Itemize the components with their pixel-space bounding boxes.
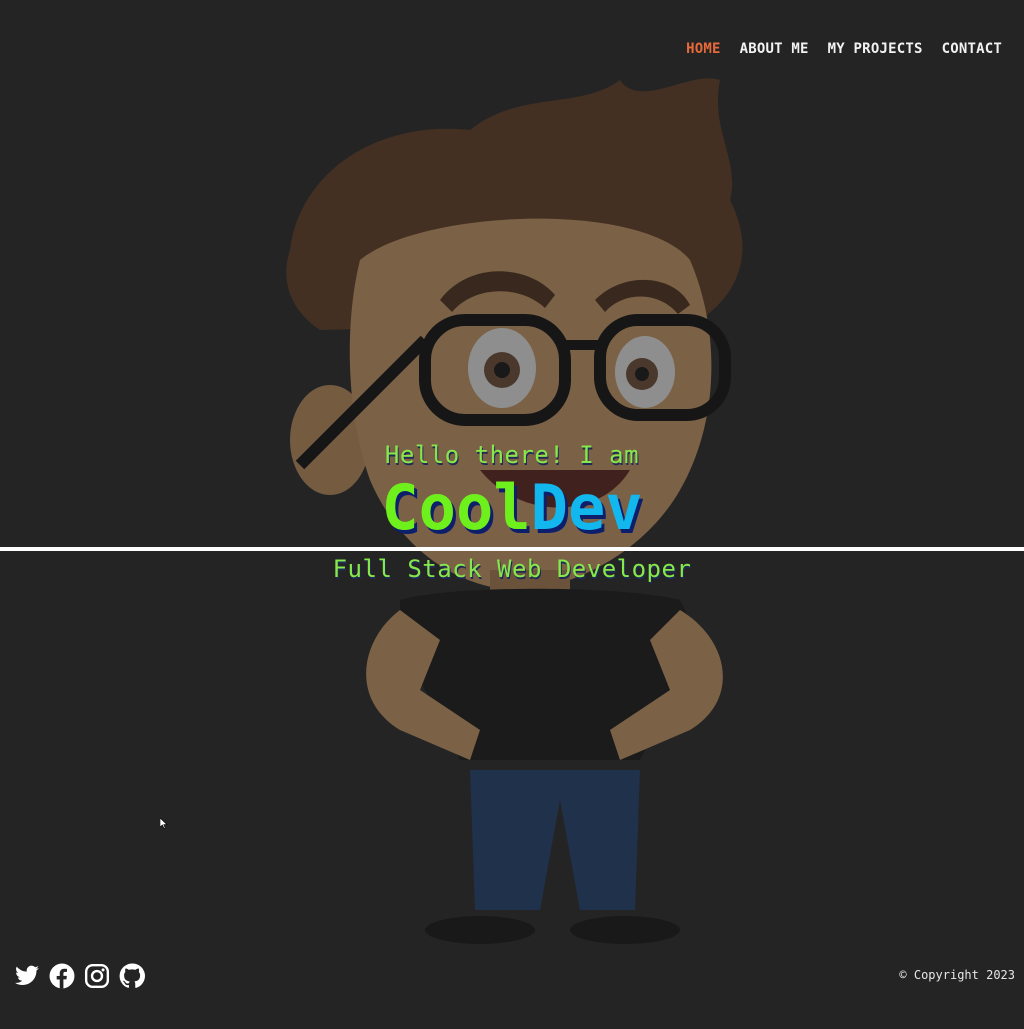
github-icon[interactable] [119, 963, 145, 989]
nav-contact[interactable]: CONTACT [942, 41, 1002, 57]
nav-about-me[interactable]: ABOUT ME [740, 41, 809, 57]
nav-home[interactable]: HOME [686, 41, 721, 57]
main-nav: HOME ABOUT ME MY PROJECTS CONTACT [686, 41, 1002, 57]
hero-brand-part1: Cool [381, 471, 531, 544]
hero-brand-part2: Dev [530, 471, 643, 544]
instagram-icon[interactable] [84, 963, 110, 989]
nav-my-projects[interactable]: MY PROJECTS [828, 41, 923, 57]
facebook-icon[interactable] [49, 963, 75, 989]
hero-divider [0, 547, 1024, 551]
social-links [14, 963, 145, 989]
twitter-icon[interactable] [14, 963, 40, 989]
hero-brand: CoolDev [0, 470, 1024, 546]
page: HOME ABOUT ME MY PROJECTS CONTACT Hello … [0, 0, 1024, 1029]
mouse-cursor-icon [160, 818, 168, 829]
hero-greeting: Hello there! I am [384, 441, 640, 469]
copyright-text: © Copyright 2023 [899, 968, 1015, 982]
hero-role: Full Stack Web Developer [332, 555, 692, 583]
